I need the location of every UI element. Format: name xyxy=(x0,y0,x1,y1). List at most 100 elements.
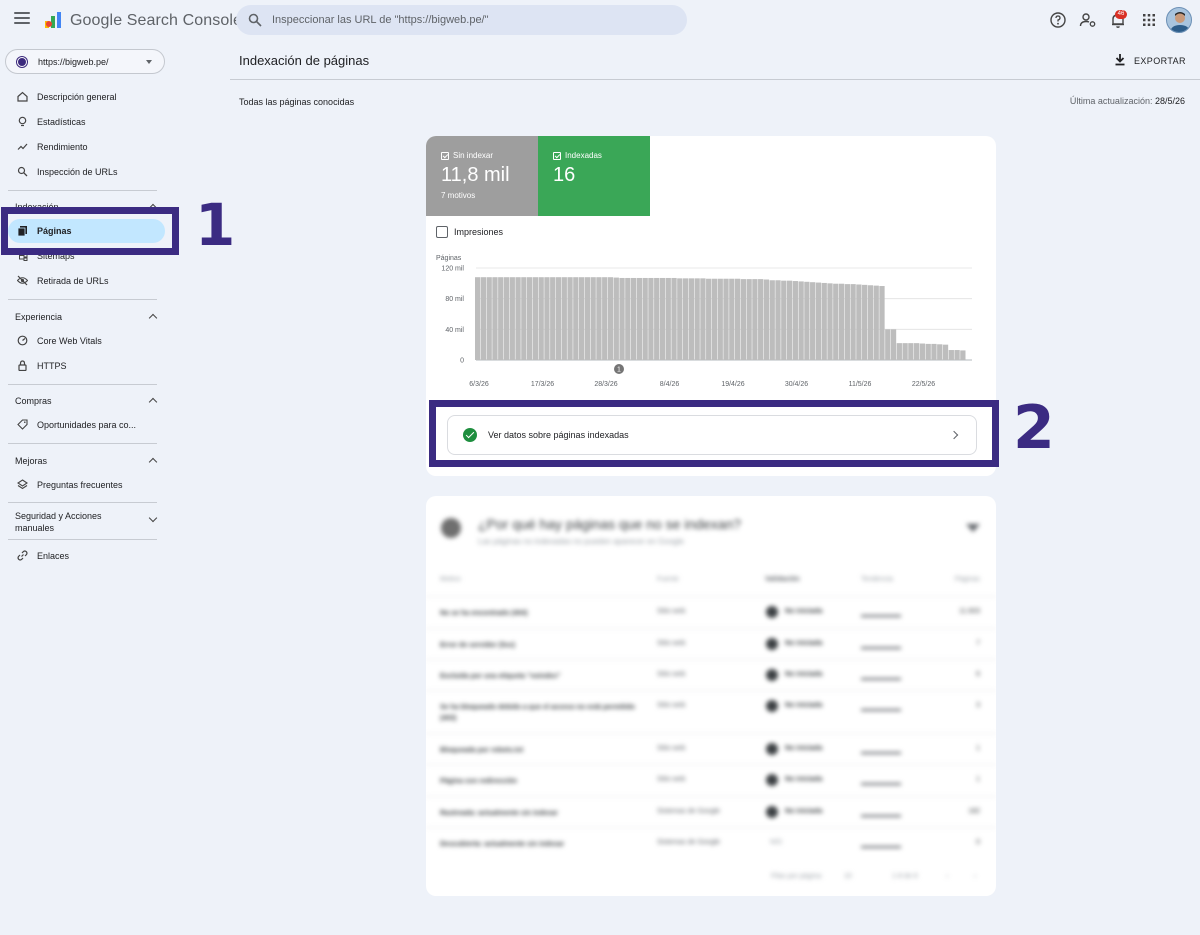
apps-grid-icon[interactable] xyxy=(1140,11,1158,29)
not-indexed-tile[interactable]: Sin indexar 11,8 mil 7 motivos xyxy=(426,136,538,216)
sidebar-item-faq[interactable]: Preguntas frecuentes xyxy=(8,473,165,497)
help-icon[interactable] xyxy=(1049,11,1067,29)
column-header[interactable]: Motivo xyxy=(440,576,461,583)
sidebar-item-overview[interactable]: Descripción general xyxy=(8,85,165,109)
bar xyxy=(688,278,695,360)
validation-status-icon xyxy=(766,774,778,786)
tile-value: 16 xyxy=(553,164,576,186)
table-row[interactable]: Bloqueada por robots.txt Sitio web No inic… xyxy=(426,733,996,764)
sidebar-item-label: Retirada de URLs xyxy=(37,276,109,286)
table-row[interactable]: Página con redirección Sitio web No inicia… xyxy=(426,764,996,796)
checkbox-checked-icon xyxy=(441,152,449,160)
sidebar-item-shopping-opportunities[interactable]: Oportunidades para co... xyxy=(8,413,165,437)
source-cell: Sitio web xyxy=(657,608,686,615)
manage-users-icon[interactable] xyxy=(1079,11,1097,29)
column-header[interactable]: Fuente xyxy=(657,576,679,583)
bar xyxy=(729,278,735,360)
bar xyxy=(636,277,643,360)
sidebar-section-seguridad[interactable]: Seguridad y Acciones manuales xyxy=(15,510,130,534)
search-console-logo-icon xyxy=(45,12,61,28)
url-inspection-search[interactable] xyxy=(236,5,687,35)
bar xyxy=(844,284,850,360)
property-selector[interactable]: https://bigweb.pe/ xyxy=(5,49,165,74)
rows-per-page-select[interactable]: 10 xyxy=(844,873,852,880)
bar xyxy=(821,282,827,360)
sidebar-section-mejoras[interactable]: Mejoras xyxy=(15,456,47,466)
bar xyxy=(648,277,654,360)
bar xyxy=(544,277,550,360)
bar xyxy=(746,279,752,360)
table-row[interactable]: Rastreada: actualmente sin indexar Sistem… xyxy=(426,796,996,827)
bar xyxy=(694,278,700,360)
pages-count-cell: 6 xyxy=(976,671,980,678)
chevron-up-icon[interactable] xyxy=(148,313,158,323)
sidebar-section-compras[interactable]: Compras xyxy=(15,396,52,406)
main-menu-icon[interactable] xyxy=(14,12,30,26)
reason-cell: Excluida por una etiqueta "noindex" xyxy=(440,673,561,680)
bar xyxy=(960,350,966,360)
table-row[interactable]: No se ha encontrado (404) Sitio web No ini… xyxy=(426,596,996,628)
trend-sparkline xyxy=(861,815,901,817)
sidebar-item-removals[interactable]: Retirada de URLs xyxy=(8,269,165,293)
bar xyxy=(677,278,683,360)
bar xyxy=(954,350,960,360)
bar xyxy=(723,278,729,360)
chart-annotation-label: 1 xyxy=(617,367,621,374)
x-tick-label: 11/5/26 xyxy=(849,381,872,388)
trend-sparkline xyxy=(861,647,901,649)
user-avatar[interactable] xyxy=(1166,7,1192,33)
sidebar-divider xyxy=(8,502,157,503)
bar xyxy=(908,343,914,360)
prev-page-icon[interactable]: ‹ xyxy=(946,873,948,880)
sidebar-divider xyxy=(8,190,157,191)
indexed-tile[interactable]: Indexadas 16 xyxy=(538,136,650,216)
reason-cell: Bloqueada por robots.txt xyxy=(440,747,524,754)
table-row[interactable]: Error de servidor (5xx) Sitio web No inici… xyxy=(426,628,996,659)
validation-status-icon xyxy=(766,669,778,681)
chevron-up-icon[interactable] xyxy=(148,457,158,467)
chevron-down-icon[interactable] xyxy=(148,513,158,523)
export-label: EXPORTAR xyxy=(1134,56,1186,66)
collapse-icon[interactable] xyxy=(966,524,980,532)
next-page-icon[interactable]: › xyxy=(974,873,976,880)
sidebar-item-label: Rendimiento xyxy=(37,142,88,152)
impressions-checkbox[interactable] xyxy=(436,226,448,238)
reason-cell: Descubierta: actualmente sin indexar xyxy=(440,841,565,848)
table-row[interactable]: Excluida por una etiqueta "noindex" Sitio… xyxy=(426,659,996,690)
pages-filter-label[interactable]: Todas las páginas conocidas xyxy=(239,97,354,107)
reason-cell: Página con redirección xyxy=(440,778,518,785)
sidebar-divider xyxy=(8,539,157,540)
sidebar-item-performance[interactable]: Rendimiento xyxy=(8,135,165,159)
sidebar-item-url-inspection[interactable]: Inspección de URLs xyxy=(8,160,165,184)
tile-sub: 7 motivos xyxy=(441,191,476,200)
validation-status-icon xyxy=(766,606,778,618)
bar xyxy=(625,277,631,360)
chevron-up-icon[interactable] xyxy=(148,397,158,407)
bar xyxy=(781,280,787,360)
validation-status-icon xyxy=(766,743,778,755)
column-header[interactable]: Tendencia xyxy=(861,576,893,583)
sidebar-item-insights[interactable]: Estadísticas xyxy=(8,110,165,134)
column-header[interactable]: Validación xyxy=(765,576,800,583)
x-tick-label: 28/3/26 xyxy=(594,381,617,388)
sidebar-divider xyxy=(8,299,157,300)
y-tick-label: 40 mil xyxy=(445,327,464,334)
notifications-count-badge: 46 xyxy=(1115,10,1127,19)
bar xyxy=(752,279,758,360)
table-row[interactable]: Se ha bloqueado debido a que el acceso n… xyxy=(426,690,996,733)
source-cell: Sitio web xyxy=(657,745,686,752)
product-name[interactable]: Google Search Console xyxy=(70,12,242,30)
trend-sparkline xyxy=(861,615,901,617)
column-header[interactable]: Páginas xyxy=(955,576,980,583)
trend-icon xyxy=(17,143,28,150)
table-row[interactable]: Descubierta: actualmente sin indexar Sist… xyxy=(426,827,996,858)
bar xyxy=(798,281,804,360)
sidebar-item-https[interactable]: HTTPS xyxy=(8,354,165,378)
url-inspection-input[interactable] xyxy=(272,5,672,35)
sidebar-section-experiencia[interactable]: Experiencia xyxy=(15,312,62,322)
bar xyxy=(850,284,856,360)
checkbox-checked-icon xyxy=(553,152,561,160)
sidebar-item-core-web-vitals[interactable]: Core Web Vitals xyxy=(8,329,165,353)
sidebar-item-links[interactable]: Enlaces xyxy=(8,544,165,568)
reason-cell: No se ha encontrado (404) xyxy=(440,610,528,617)
